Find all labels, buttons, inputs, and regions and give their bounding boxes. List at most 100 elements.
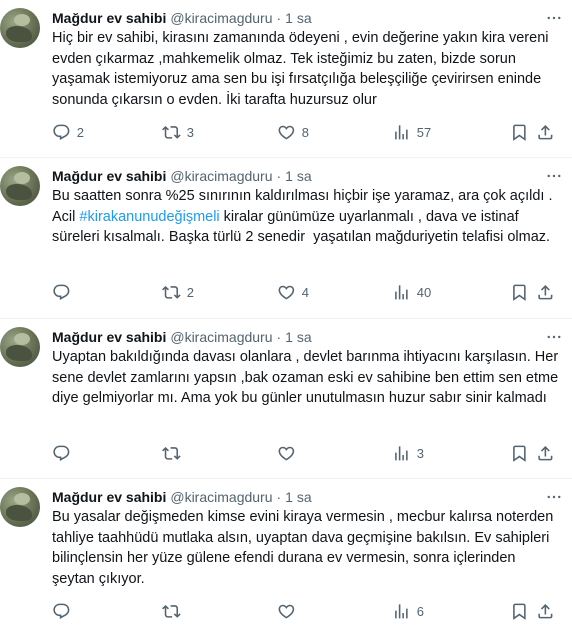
share-icon — [538, 284, 553, 300]
retweet-button[interactable]: 3 — [162, 123, 277, 142]
bookmark-button[interactable] — [510, 123, 536, 142]
retweet-icon — [162, 125, 181, 139]
share-icon — [538, 124, 553, 140]
tweet-actions: 3 — [52, 443, 560, 463]
retweet-count: 2 — [186, 284, 194, 300]
bookmark-button[interactable] — [510, 283, 536, 302]
views-count: 3 — [416, 445, 424, 461]
separator: · — [276, 329, 282, 345]
tweet-text-part: Hiç bir ev sahibi, kirasını zamanında öd… — [52, 30, 553, 108]
like-button[interactable]: 4 — [277, 283, 392, 302]
like-icon — [278, 125, 295, 140]
bookmark-icon — [513, 124, 526, 141]
bookmark-icon — [513, 445, 526, 462]
tweet-text: Hiç bir ev sahibi, kirasını zamanında öd… — [52, 28, 560, 110]
author-handle[interactable]: @kiracimagduru — [170, 327, 272, 347]
like-button[interactable] — [277, 602, 392, 621]
retweet-icon — [162, 604, 181, 618]
share-icon — [538, 445, 553, 461]
bookmark-icon — [513, 284, 526, 301]
retweet-icon — [162, 446, 181, 460]
timestamp[interactable]: 1 sa — [285, 327, 311, 347]
like-count: 8 — [301, 124, 309, 140]
tweet-actions: 2 3 8 57 — [52, 122, 560, 142]
share-button[interactable] — [536, 123, 556, 142]
reply-icon — [53, 603, 70, 619]
tweet-text: Uyaptan bakıldığında davası olanlara , d… — [52, 347, 560, 429]
share-icon — [538, 603, 553, 619]
author-name[interactable]: Mağdur ev sahibi — [52, 487, 166, 507]
reply-icon — [53, 124, 70, 140]
more-icon[interactable] — [544, 8, 564, 28]
avatar[interactable] — [0, 487, 40, 527]
retweet-button[interactable] — [162, 444, 277, 463]
views-icon — [395, 124, 408, 140]
tweet-card[interactable]: Mağdur ev sahibi @kiracimagduru · 1 sa H… — [0, 0, 572, 158]
author-name[interactable]: Mağdur ev sahibi — [52, 327, 166, 347]
more-icon[interactable] — [544, 487, 564, 507]
avatar[interactable] — [0, 8, 40, 48]
reply-button[interactable] — [52, 444, 162, 463]
tweet-header: Mağdur ev sahibi @kiracimagduru · 1 sa — [52, 166, 560, 186]
retweet-button[interactable] — [162, 602, 277, 621]
tweet-text-part: Bu yasalar değişmeden kimse evini kiraya… — [52, 509, 558, 587]
like-button[interactable] — [277, 444, 392, 463]
reply-icon — [53, 284, 70, 300]
timestamp[interactable]: 1 sa — [285, 166, 311, 186]
separator: · — [276, 489, 282, 505]
reply-button[interactable] — [52, 602, 162, 621]
tweet-header: Mağdur ev sahibi @kiracimagduru · 1 sa — [52, 8, 560, 28]
bookmark-button[interactable] — [510, 444, 536, 463]
views-icon — [395, 284, 408, 300]
tweet-card[interactable]: Mağdur ev sahibi @kiracimagduru · 1 sa B… — [0, 158, 572, 319]
views-count: 6 — [416, 603, 424, 619]
tweet-header: Mağdur ev sahibi @kiracimagduru · 1 sa — [52, 327, 560, 347]
more-icon[interactable] — [544, 327, 564, 347]
author-name[interactable]: Mağdur ev sahibi — [52, 8, 166, 28]
avatar[interactable] — [0, 166, 40, 206]
like-icon — [278, 285, 295, 300]
tweet-card[interactable]: Mağdur ev sahibi @kiracimagduru · 1 sa B… — [0, 479, 572, 631]
separator: · — [276, 10, 282, 26]
reply-icon — [53, 445, 70, 461]
views-icon — [395, 603, 408, 619]
author-handle[interactable]: @kiracimagduru — [170, 8, 272, 28]
views-button[interactable]: 3 — [392, 444, 510, 463]
views-button[interactable]: 40 — [392, 283, 510, 302]
author-name[interactable]: Mağdur ev sahibi — [52, 166, 166, 186]
views-icon — [395, 445, 408, 461]
like-button[interactable]: 8 — [277, 123, 392, 142]
reply-button[interactable] — [52, 283, 162, 302]
tweet-feed: Mağdur ev sahibi @kiracimagduru · 1 sa H… — [0, 0, 572, 631]
share-button[interactable] — [536, 283, 556, 302]
author-handle[interactable]: @kiracimagduru — [170, 166, 272, 186]
timestamp[interactable]: 1 sa — [285, 8, 311, 28]
reply-button[interactable]: 2 — [52, 123, 162, 142]
hashtag-link[interactable]: #kirakanunudeğişmeli — [79, 209, 219, 225]
tweet-card[interactable]: Mağdur ev sahibi @kiracimagduru · 1 sa U… — [0, 319, 572, 479]
retweet-count: 3 — [186, 124, 194, 140]
views-button[interactable]: 6 — [392, 602, 510, 621]
bookmark-button[interactable] — [510, 602, 536, 621]
timestamp[interactable]: 1 sa — [285, 487, 311, 507]
tweet-text-part: Uyaptan bakıldığında davası olanlara , d… — [52, 349, 563, 406]
bookmark-icon — [513, 603, 526, 620]
share-button[interactable] — [536, 444, 556, 463]
tweet-text: Bu yasalar değişmeden kimse evini kiraya… — [52, 507, 560, 589]
reply-count: 2 — [76, 124, 84, 140]
like-icon — [278, 604, 295, 619]
share-button[interactable] — [536, 602, 556, 621]
views-button[interactable]: 57 — [392, 123, 510, 142]
separator: · — [276, 168, 282, 184]
tweet-actions: 6 — [52, 601, 560, 621]
retweet-icon — [162, 285, 181, 299]
author-handle[interactable]: @kiracimagduru — [170, 487, 272, 507]
tweet-actions: 2 4 40 — [52, 282, 560, 302]
avatar[interactable] — [0, 327, 40, 367]
more-icon[interactable] — [544, 166, 564, 186]
like-count: 4 — [301, 284, 309, 300]
retweet-button[interactable]: 2 — [162, 283, 277, 302]
like-icon — [278, 446, 295, 461]
tweet-text: Bu saatten sonra %25 sınırının kaldırılm… — [52, 186, 560, 268]
tweet-header: Mağdur ev sahibi @kiracimagduru · 1 sa — [52, 487, 560, 507]
